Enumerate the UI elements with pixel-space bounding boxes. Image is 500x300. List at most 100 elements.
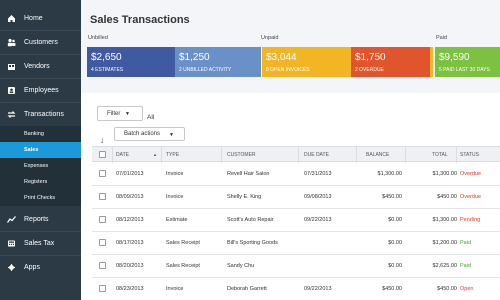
row-checkbox[interactable] xyxy=(99,262,106,269)
cell-customer: Bill's Sporting Goods xyxy=(227,240,278,246)
card-caption: 5 PAID LAST 30 DAYS xyxy=(439,67,490,73)
sidebar-item-sales-tax[interactable]: Sales Tax xyxy=(0,231,81,255)
unbilled-activity-card[interactable]: $1,250 2 UNBILLED ACTIVITY xyxy=(175,47,261,77)
cell-total: $1,300.00 xyxy=(432,171,457,177)
divider xyxy=(405,147,406,163)
divider xyxy=(221,147,222,163)
unbilled-label: Unbilled xyxy=(88,35,108,41)
paid-label: Paid xyxy=(436,35,448,41)
table-row[interactable]: 08/20/2013 Sales Receipt Sandy Chu $0.00 $2,… xyxy=(92,255,500,278)
cell-balance: $450.00 xyxy=(382,286,402,292)
sidebar-item-transactions[interactable]: Transactions xyxy=(0,102,81,126)
sidebar-item-employees[interactable]: Employees xyxy=(0,78,81,102)
sort-arrow-icon[interactable]: ↓ xyxy=(100,135,105,145)
sidebar-item-label: Sales Tax xyxy=(24,239,55,247)
sidebar-subitem-label: Print Checks xyxy=(24,195,56,201)
sidebar-subitem-label: Registers xyxy=(24,179,48,185)
divider xyxy=(161,147,162,163)
column-header-due-date[interactable]: DUE DATE xyxy=(304,152,329,158)
cell-total: $450.00 xyxy=(437,286,457,292)
column-header-balance[interactable]: BALANCE xyxy=(366,152,389,158)
cell-type: Invoice xyxy=(166,171,184,177)
sidebar-item-reports[interactable]: Reports xyxy=(0,207,81,231)
employees-icon xyxy=(7,86,16,95)
sales-tax-icon xyxy=(7,239,16,248)
sidebar-subitem-expenses[interactable]: Expenses xyxy=(0,158,81,174)
sidebar-subitem-banking[interactable]: Banking xyxy=(0,126,81,142)
table-row[interactable]: 08/09/2013 Invoice Shelly E. King 09/08/201… xyxy=(92,186,500,209)
reports-icon xyxy=(7,215,16,224)
sidebar: Home Customers Vendors Employees Transac… xyxy=(0,0,81,300)
cell-due-date: 09/08/2013 xyxy=(304,194,332,200)
sidebar-subitem-label: Banking xyxy=(24,131,44,137)
cell-customer: Scott's Auto Repair xyxy=(227,217,274,223)
row-checkbox[interactable] xyxy=(99,170,106,177)
paid-card[interactable]: $9,590 5 PAID LAST 30 DAYS xyxy=(435,47,500,77)
estimates-card[interactable]: $2,650 4 ESTIMATES xyxy=(87,47,175,77)
open-invoices-card[interactable]: $3,044 8 OPEN INVOICES xyxy=(262,47,351,77)
sidebar-subitem-label: Expenses xyxy=(24,163,49,169)
home-icon xyxy=(7,14,16,23)
table-row[interactable]: 08/12/2013 Estimate Scott's Auto Repair 09/… xyxy=(92,209,500,232)
card-caption: 2 UNBILLED ACTIVITY xyxy=(179,67,232,73)
column-header-type[interactable]: TYPE xyxy=(166,152,179,158)
cell-due-date: 07/31/2013 xyxy=(304,171,332,177)
column-header-total[interactable]: TOTAL xyxy=(432,152,448,158)
cell-status[interactable]: Paid xyxy=(460,263,471,269)
unpaid-label: Unpaid xyxy=(261,35,279,41)
cell-date: 08/23/2013 xyxy=(116,286,144,292)
sidebar-item-label: Reports xyxy=(24,215,49,223)
cell-date: 08/09/2013 xyxy=(116,194,144,200)
sidebar-item-customers[interactable]: Customers xyxy=(0,30,81,54)
cell-balance: $0.00 xyxy=(388,240,402,246)
filter-label: Filter xyxy=(107,110,121,117)
cell-type: Invoice xyxy=(166,286,184,292)
cell-date: 08/20/2013 xyxy=(116,263,144,269)
cell-date: 08/12/2013 xyxy=(116,217,144,223)
row-checkbox[interactable] xyxy=(99,216,106,223)
sidebar-item-vendors[interactable]: Vendors xyxy=(0,54,81,78)
overdue-card[interactable]: $1,750 2 OVERDUE xyxy=(351,47,430,77)
cell-balance: $1,300.00 xyxy=(377,171,402,177)
cell-type: Invoice xyxy=(166,194,184,200)
main-content: Sales Transactions Unbilled Unpaid Paid … xyxy=(81,0,500,300)
cell-status[interactable]: Overdue xyxy=(460,171,481,177)
sidebar-subitem-print-checks[interactable]: Print Checks xyxy=(0,190,81,206)
filter-button[interactable]: Filter ▼ xyxy=(97,106,143,121)
batch-actions-button[interactable]: Batch actions ▼ xyxy=(114,127,185,141)
cell-status[interactable]: Overdue xyxy=(460,194,481,200)
sidebar-item-home[interactable]: Home xyxy=(0,6,81,30)
column-header-status[interactable]: STATUS xyxy=(460,152,479,158)
card-caption: 8 OPEN INVOICES xyxy=(266,67,310,73)
table-row[interactable]: 08/23/2013 Invoice Deborah Garrett 09/22/20… xyxy=(92,278,500,300)
card-caption: 4 ESTIMATES xyxy=(91,67,124,73)
card-amount: $3,044 xyxy=(266,52,297,63)
column-header-date[interactable]: DATE xyxy=(116,152,129,158)
table-row[interactable]: 07/01/2013 Invoice Revell Hair Salon 07/31/… xyxy=(92,163,500,186)
sidebar-item-label: Vendors xyxy=(24,62,50,70)
divider xyxy=(112,147,113,163)
sidebar-subitem-sales[interactable]: Sales xyxy=(0,142,81,158)
sidebar-subitem-registers[interactable]: Registers xyxy=(0,174,81,190)
cell-total: $2,625.00 xyxy=(432,263,457,269)
sidebar-item-label: Apps xyxy=(24,263,40,271)
card-amount: $2,650 xyxy=(91,52,122,63)
select-all-checkbox[interactable] xyxy=(99,151,106,158)
divider xyxy=(298,147,299,163)
card-amount: $9,590 xyxy=(439,52,470,63)
sidebar-subitem-label: Sales xyxy=(24,147,39,153)
row-checkbox[interactable] xyxy=(99,193,106,200)
row-checkbox[interactable] xyxy=(99,285,106,292)
sidebar-item-apps[interactable]: Apps xyxy=(0,255,81,279)
cell-status[interactable]: Pending xyxy=(460,217,480,223)
row-checkbox[interactable] xyxy=(99,239,106,246)
cell-status[interactable]: Open xyxy=(460,286,473,292)
table-row[interactable]: 08/17/2013 Sales Receipt Bill's Sporting G… xyxy=(92,232,500,255)
cell-status[interactable]: Paid xyxy=(460,240,471,246)
sidebar-item-label: Employees xyxy=(24,86,59,94)
sort-ascending-icon[interactable]: ▲ xyxy=(153,152,157,157)
cell-due-date: 09/22/2013 xyxy=(304,217,332,223)
divider xyxy=(456,147,457,163)
chevron-down-icon: ▼ xyxy=(125,111,130,117)
column-header-customer[interactable]: CUSTOMER xyxy=(227,152,256,158)
